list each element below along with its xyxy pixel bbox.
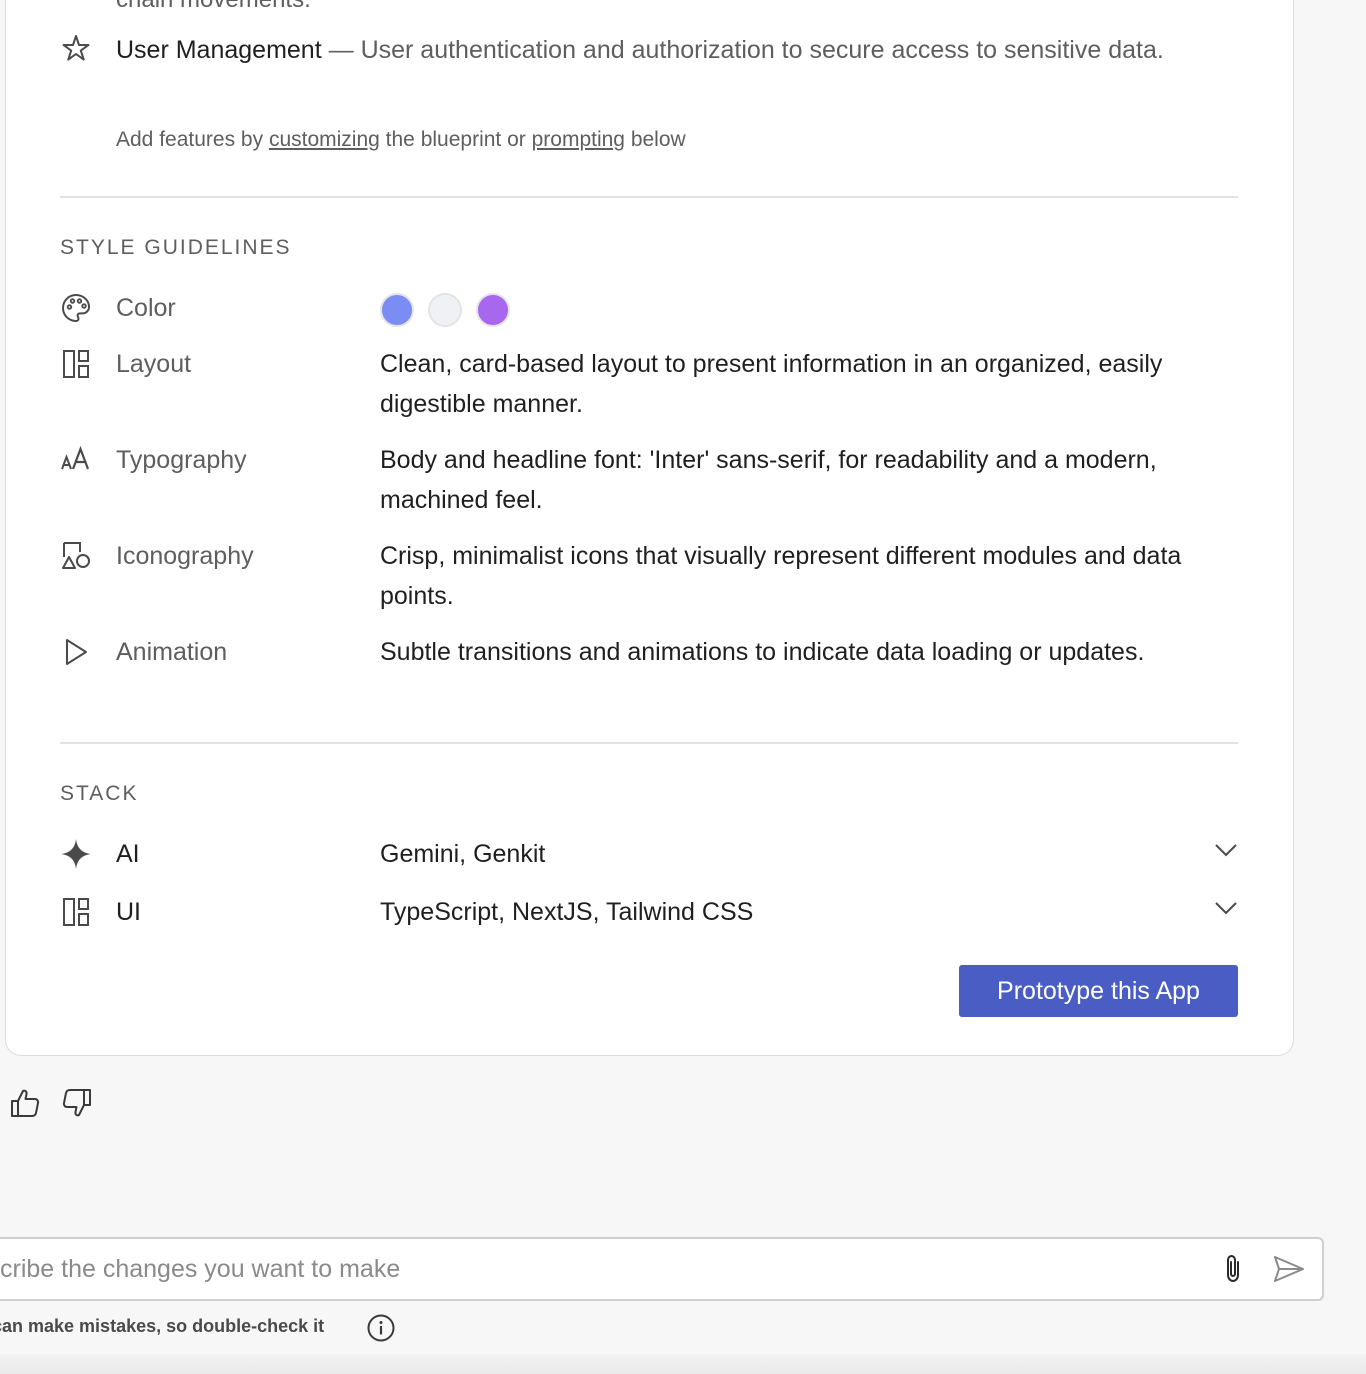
chevron-down-icon[interactable] [1212,894,1240,922]
layout-icon [63,350,89,378]
hint-middle: the blueprint or [379,128,532,151]
typography-icon [61,445,90,470]
paperclip-icon[interactable] [1218,1253,1250,1285]
guide-label-typography: Typography [116,446,247,474]
stack-label-ai: AI [116,840,140,868]
chevron-down-icon[interactable] [1212,836,1240,864]
prototype-app-button[interactable]: Prototype this App [959,965,1238,1017]
guide-desc-typography: Body and headline font: 'Inter' sans-ser… [380,446,1157,514]
feature-user-management: User Management — User authentication an… [60,30,1240,70]
prompt-input[interactable] [0,1239,1180,1299]
thumbs-up-icon[interactable] [8,1086,42,1120]
stack-value-ui: TypeScript, NextJS, Tailwind CSS [380,898,754,926]
bottom-shade [0,1354,1366,1374]
divider [60,196,1238,198]
stack-row-ai[interactable]: AI Gemini, Genkit [60,836,1240,872]
guide-desc-layout: Clean, card-based layout to present info… [380,350,1163,418]
color-swatch-2 [428,293,462,328]
style-guidelines-title: STYLE GUIDELINES [60,236,292,259]
customizing-link[interactable]: customizing [269,128,380,151]
shapes-icon [62,542,90,569]
guide-label-color: Color [116,294,176,322]
hint-prefix: Add features by [116,128,269,151]
info-icon[interactable] [366,1313,396,1343]
color-swatch-1 [380,293,414,328]
color-swatch-3 [476,293,510,328]
stack-label-ui: UI [116,898,141,926]
play-icon [66,639,87,665]
disclaimer-text: can make mistakes, so double-check it [0,1316,325,1336]
guide-desc-iconography: Crisp, minimalist icons that visually re… [380,542,1182,610]
feature-cut-text: chain movements. [116,0,311,14]
palette-icon [61,293,91,323]
stack-row-ui[interactable]: UI TypeScript, NextJS, Tailwind CSS [60,894,1240,930]
prompt-composer [0,1237,1324,1301]
guide-desc-animation: Subtle transitions and animations to ind… [380,638,1145,666]
feature-separator: — [321,36,361,64]
sparkle-icon [61,839,91,869]
thumbs-down-icon[interactable] [60,1086,94,1120]
feature-name: User Management [116,36,322,64]
guide-label-layout: Layout [116,350,192,378]
prompting-link[interactable]: prompting [532,128,625,151]
feature-description: User authentication and authorization to… [360,36,1164,64]
guide-label-iconography: Iconography [116,542,254,570]
send-icon[interactable] [1272,1253,1306,1285]
guide-label-animation: Animation [116,638,228,666]
feature-hint: Add features by customizing the blueprin… [116,128,686,152]
color-swatches [380,289,1240,329]
star-icon [62,35,90,61]
divider [60,742,1238,744]
feature-text: User Management — User authentication an… [116,30,1240,70]
hint-suffix: below [624,128,686,151]
stack-title: STACK [60,782,139,805]
stack-value-ai: Gemini, Genkit [380,840,546,868]
layout-icon [63,898,89,926]
